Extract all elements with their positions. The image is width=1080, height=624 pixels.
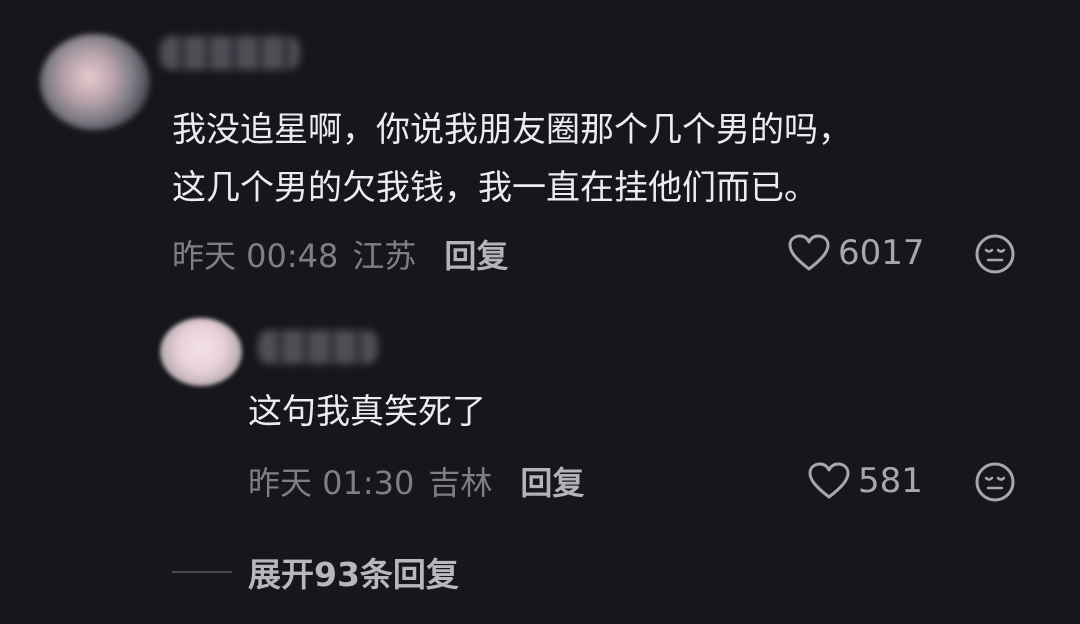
expand-replies-button[interactable]: 展开93条回复 — [172, 548, 459, 596]
neutral-face-icon[interactable] — [974, 461, 1016, 503]
reply-time: 昨天 01:30 — [248, 464, 415, 502]
reply-reply-button[interactable]: 回复 — [520, 458, 584, 504]
comment-like-count: 6017 — [838, 233, 925, 273]
comment-time: 昨天 00:48 — [172, 237, 339, 275]
reply-text: 这句我真笑死了 — [248, 383, 486, 441]
heart-outline-icon — [788, 234, 830, 271]
comment-text-line: 这几个男的欠我钱，我一直在挂他们而已。 — [172, 168, 818, 208]
replier-username-blurred[interactable] — [258, 330, 378, 364]
replier-avatar[interactable] — [160, 318, 242, 386]
comment-text-line: 我没追星啊，你说我朋友圈那个几个男的吗， — [172, 110, 852, 150]
commenter-username-blurred[interactable] — [160, 36, 300, 70]
reply-location: 吉林 — [428, 464, 493, 502]
comment-meta: 昨天 00:48 江苏 回复 — [172, 232, 508, 276]
expand-divider — [172, 571, 232, 573]
heart-outline-icon — [808, 462, 850, 499]
neutral-face-icon[interactable] — [974, 233, 1016, 275]
reply-like-button[interactable]: 581 — [808, 458, 923, 504]
comment-like-button[interactable]: 6017 — [788, 230, 925, 276]
comment-reply-button[interactable]: 回复 — [444, 231, 508, 277]
reply-like-count: 581 — [858, 461, 923, 501]
reply-text-line: 这句我真笑死了 — [248, 392, 486, 432]
expand-replies-label: 展开93条回复 — [248, 555, 459, 594]
comment-location: 江苏 — [352, 237, 417, 275]
reply-meta: 昨天 01:30 吉林 回复 — [248, 459, 584, 503]
comment-text: 我没追星啊，你说我朋友圈那个几个男的吗， 这几个男的欠我钱，我一直在挂他们而已。 — [172, 101, 852, 217]
commenter-avatar[interactable] — [40, 34, 150, 130]
